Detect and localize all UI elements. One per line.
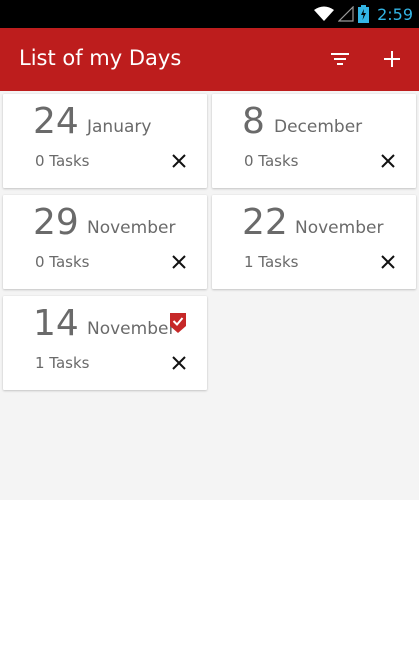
day-card[interactable]: 14 November 1 Tasks [3,296,207,390]
day-month: December [274,117,363,137]
day-card[interactable]: 24 January 0 Tasks [3,94,207,188]
wifi-icon [314,6,335,21]
status-bar: 2:59 [0,0,419,28]
delete-day-button[interactable] [168,251,190,273]
day-card[interactable]: 29 November 0 Tasks [3,195,207,289]
task-count: 0 Tasks [35,253,90,271]
delete-day-button[interactable] [377,150,399,172]
close-icon [172,255,186,269]
add-icon [384,51,400,67]
day-month: January [87,117,152,137]
task-count: 1 Tasks [244,253,299,271]
day-card[interactable]: 8 December 0 Tasks [212,94,416,188]
day-number: 8 [242,101,265,142]
add-day-button[interactable] [377,44,407,74]
close-icon [172,356,186,370]
page-title: List of my Days [19,46,182,70]
empty-area [0,500,419,653]
day-number: 22 [242,202,288,243]
app-bar: List of my Days [0,28,419,91]
day-number: 24 [33,101,79,142]
delete-day-button[interactable] [377,251,399,273]
day-month: November [87,218,176,238]
close-icon [381,255,395,269]
close-icon [172,154,186,168]
day-grid: 24 January 0 Tasks 8 December 0 Tasks 29… [0,91,419,500]
status-time: 2:59 [377,4,413,24]
signal-icon [338,6,354,22]
filter-button[interactable] [325,44,355,74]
close-icon [381,154,395,168]
filter-icon [331,53,349,65]
day-month: November [87,319,176,339]
status-icons: 2:59 [314,4,413,24]
day-month: November [295,218,384,238]
day-number: 14 [33,303,79,344]
delete-day-button[interactable] [168,150,190,172]
task-count: 0 Tasks [244,152,299,170]
day-card[interactable]: 22 November 1 Tasks [212,195,416,289]
delete-day-button[interactable] [168,352,190,374]
day-number: 29 [33,202,79,243]
checked-shield-icon [170,313,186,333]
battery-charging-icon [358,5,370,23]
task-count: 1 Tasks [35,354,90,372]
task-count: 0 Tasks [35,152,90,170]
